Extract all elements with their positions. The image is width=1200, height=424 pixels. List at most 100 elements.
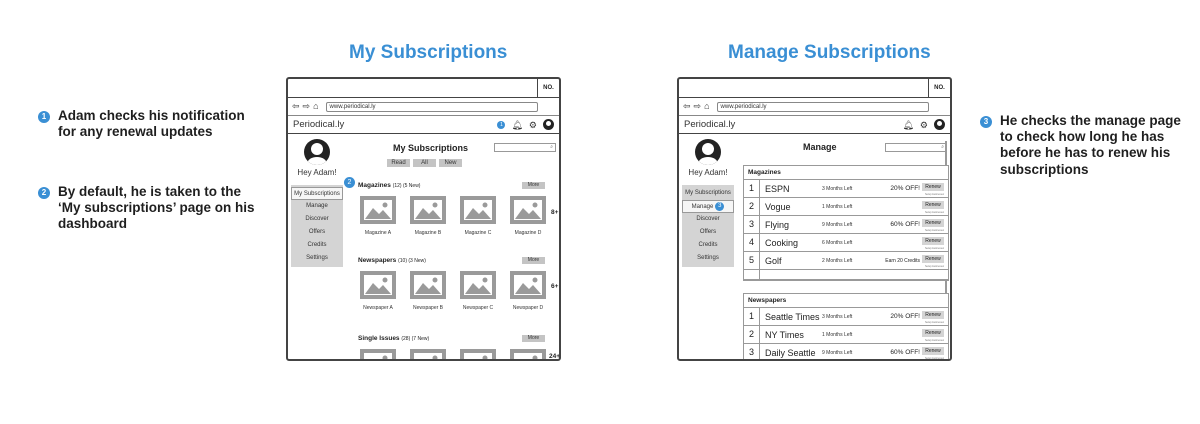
thumbnail-label: Magazine D	[514, 230, 542, 236]
autorenew-link[interactable]: Setup Autorenew	[925, 211, 944, 214]
autorenew-link[interactable]: Setup Autorenew	[925, 247, 944, 250]
address-bar: ⇦ ⇨ ⌂ www.periodical.ly	[679, 98, 950, 116]
table-row-empty	[744, 270, 948, 280]
renew-button[interactable]: Renew	[922, 218, 944, 227]
sidebar-item-credits[interactable]: Credits	[291, 239, 343, 252]
note-3: 3 He checks the manage page to check how…	[980, 113, 1190, 178]
newspapers-header: Newspapers	[744, 294, 948, 308]
sidebar-item-settings[interactable]: Settings	[291, 252, 343, 265]
renew-button[interactable]: Renew	[922, 182, 944, 191]
settings-gear-icon[interactable]: ⚙	[529, 120, 537, 130]
autorenew-link[interactable]: Setup Autorenew	[925, 229, 944, 232]
thumbnail-label: Magazine C	[464, 230, 492, 236]
filter-tabs: Read All New	[387, 159, 462, 167]
search-input[interactable]: ⌕	[885, 143, 947, 152]
subscriptions-window: NO. ⇦ ⇨ ⌂ www.periodical.ly Periodical.l…	[286, 77, 561, 361]
thumbnail-label: Newspaper B	[412, 305, 443, 311]
magazine-thumbnail[interactable]	[410, 196, 446, 224]
sidebar: Hey Adam! My Subscriptions Manage Discov…	[291, 139, 343, 267]
renew-button[interactable]: Renew	[922, 310, 944, 319]
renew-button[interactable]: Renew	[922, 346, 944, 355]
forward-arrow-icon[interactable]: ⇨	[694, 102, 702, 111]
sidebar-item-discover[interactable]: Discover	[291, 213, 343, 226]
sidebar-item-my-subscriptions[interactable]: My Subscriptions	[291, 187, 343, 200]
newspaper-thumbnail[interactable]	[510, 271, 546, 299]
more-button[interactable]: More	[522, 182, 545, 189]
single-issue-thumbnail[interactable]	[360, 349, 396, 359]
back-arrow-icon[interactable]: ⇦	[683, 102, 691, 111]
filter-read[interactable]: Read	[387, 159, 410, 167]
autorenew-link[interactable]: Setup Autorenew	[925, 357, 944, 359]
bell-icon[interactable]: 🔔︎	[902, 120, 913, 130]
home-icon[interactable]: ⌂	[704, 102, 709, 111]
single-issue-thumbnail[interactable]	[460, 349, 496, 359]
renew-button[interactable]: Renew	[922, 254, 944, 263]
newspaper-thumbnail[interactable]	[360, 271, 396, 299]
user-avatar-icon[interactable]	[543, 119, 554, 130]
single-issue-thumbnail[interactable]	[510, 349, 546, 359]
manage-subscriptions-heading: Manage Subscriptions	[728, 42, 931, 63]
sidebar-item-manage[interactable]: Manage 3	[682, 200, 734, 213]
autorenew-link[interactable]: Setup Autorenew	[925, 339, 944, 342]
step-badge: 2	[38, 187, 50, 199]
thumbnail-label: Newspaper D	[512, 305, 544, 311]
search-input[interactable]: ⌕	[494, 143, 556, 152]
back-arrow-icon[interactable]: ⇦	[292, 102, 300, 111]
autorenew-link[interactable]: Setup Autorenew	[925, 193, 944, 196]
sidebar-item-offers[interactable]: Offers	[291, 226, 343, 239]
magazines-table: Magazines 1 ESPN 3 Months Left 20% OFF! Ren…	[743, 165, 949, 281]
renew-button[interactable]: Renew	[922, 236, 944, 245]
thumbnail-label: Magazine A	[364, 230, 392, 236]
filter-all[interactable]: All	[413, 159, 436, 167]
home-icon[interactable]: ⌂	[313, 102, 318, 111]
table-row: 1 ESPN 3 Months Left 20% OFF! Renew Setup Au…	[744, 180, 948, 198]
section-magazines: Magazines (12) (5 New)	[358, 182, 421, 189]
autorenew-link[interactable]: Setup Autorenew	[925, 265, 944, 268]
greeting: Hey Adam!	[297, 168, 337, 177]
page-title: Manage	[803, 142, 837, 152]
thumbnail-label: Magazine B	[414, 230, 442, 236]
renew-button[interactable]: Renew	[922, 328, 944, 337]
thumbnail-label: Newspaper C	[462, 305, 494, 311]
settings-gear-icon[interactable]: ⚙	[920, 120, 928, 130]
sidebar-item-settings[interactable]: Settings	[682, 252, 734, 265]
step-badge-3: 3	[715, 201, 725, 211]
my-subscriptions-heading: My Subscriptions	[349, 42, 508, 63]
app-logo[interactable]: Periodical.ly	[293, 119, 491, 130]
newspaper-thumbnail[interactable]	[460, 271, 496, 299]
sidebar-item-credits[interactable]: Credits	[682, 239, 734, 252]
sidebar-menu: My Subscriptions Manage Discover Offers …	[291, 185, 343, 267]
magazine-thumbnail[interactable]	[510, 196, 546, 224]
sidebar-item-discover[interactable]: Discover	[682, 213, 734, 226]
app-header: Periodical.ly 🔔︎ ⚙	[679, 116, 950, 134]
note-text: He checks the manage page to check how l…	[1000, 113, 1181, 177]
magazines-header: Magazines	[744, 166, 948, 180]
more-count: 8+	[551, 209, 559, 216]
magazine-thumbnail[interactable]	[460, 196, 496, 224]
filter-new[interactable]: New	[439, 159, 462, 167]
sidebar-item-my-subscriptions[interactable]: My Subscriptions	[682, 187, 734, 200]
forward-arrow-icon[interactable]: ⇨	[303, 102, 311, 111]
sidebar-item-offers[interactable]: Offers	[682, 226, 734, 239]
url-field[interactable]: www.periodical.ly	[716, 101, 929, 112]
bell-icon[interactable]: 🔔︎	[511, 120, 522, 130]
sidebar-item-manage[interactable]: Manage	[291, 200, 343, 213]
more-button[interactable]: More	[522, 257, 545, 264]
step-badge: 3	[980, 116, 992, 128]
user-avatar-icon[interactable]	[934, 119, 945, 130]
autorenew-link[interactable]: Setup Autorenew	[925, 321, 944, 324]
section-newspapers: Newspapers (10) (3 New)	[358, 257, 426, 264]
app-logo[interactable]: Periodical.ly	[684, 119, 896, 130]
single-issue-thumbnail[interactable]	[410, 349, 446, 359]
table-row: 3 Daily Seattle 9 Months Left 60% OFF! Rene…	[744, 344, 948, 359]
newspaper-thumbnail[interactable]	[410, 271, 446, 299]
url-field[interactable]: www.periodical.ly	[325, 101, 538, 112]
greeting: Hey Adam!	[688, 168, 728, 177]
more-count: 6+	[551, 283, 559, 290]
renew-button[interactable]: Renew	[922, 200, 944, 209]
note-1: 1 Adam checks his notification for any r…	[38, 108, 258, 140]
note-text: Adam checks his notification for any ren…	[58, 108, 245, 140]
magazine-thumbnail[interactable]	[360, 196, 396, 224]
table-row: 2 Vogue 1 Months Left Renew Setup Autorenew	[744, 198, 948, 216]
more-button[interactable]: More	[522, 335, 545, 342]
